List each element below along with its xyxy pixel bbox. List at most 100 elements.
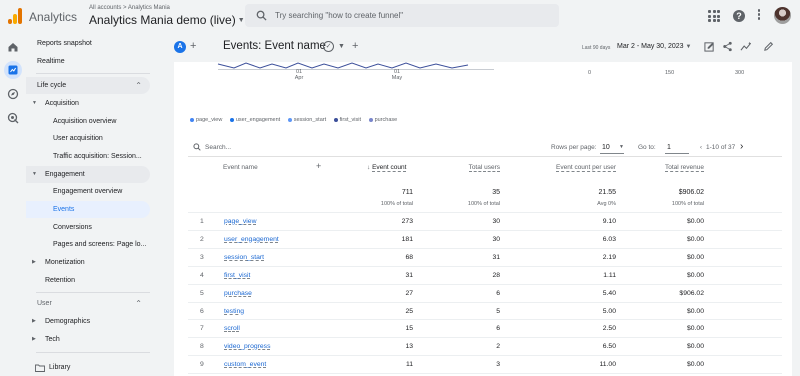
total-users-cell: 6 — [496, 289, 500, 297]
x-tick-apr: 01 Apr — [292, 69, 306, 81]
left-rail — [0, 32, 26, 376]
customize-report-icon[interactable] — [704, 41, 715, 52]
event-name-link[interactable]: user_engagement — [224, 236, 279, 243]
total-users-sub: 100% of total — [467, 201, 500, 207]
nav-acquisition[interactable]: ▼ Acquisition — [26, 95, 150, 112]
nav-reports-snapshot[interactable]: Reports snapshot — [26, 35, 150, 52]
col-header-total-users[interactable]: Total users — [434, 164, 500, 172]
nav-tech[interactable]: ▶ Tech — [26, 331, 150, 348]
col-header-event-count-label: Event count — [372, 164, 407, 172]
total-revenue-cell: $0.00 — [686, 343, 704, 351]
nav-engagement-overview[interactable]: Engagement overview — [26, 183, 150, 200]
nav-acquisition-overview[interactable]: Acquisition overview — [26, 113, 150, 130]
legend-item[interactable]: session_start — [287, 117, 326, 123]
count-per-user-cell: 9.10 — [602, 218, 616, 225]
nav-conversions[interactable]: Conversions — [26, 219, 150, 236]
row-index: 1 — [200, 218, 204, 225]
nav-retention[interactable]: Retention — [26, 272, 150, 289]
add-dimension-icon[interactable]: + — [316, 161, 321, 171]
nav-user-header[interactable]: User ⌃ — [26, 295, 150, 312]
search-bar[interactable]: Try searching "how to create funnel" — [245, 4, 559, 27]
table-row[interactable]: 7 scroll 15 6 2.50 $0.00 — [188, 319, 782, 337]
table-row[interactable]: 2 user_engagement 181 30 6.03 $0.00 — [188, 229, 782, 248]
rail-home-button[interactable] — [4, 38, 22, 56]
nav-realtime[interactable]: Realtime — [26, 53, 150, 70]
table-row[interactable]: 8 video_progress 13 2 6.50 $0.00 — [188, 337, 782, 355]
nav-monetization[interactable]: ▶ Monetization — [26, 254, 150, 271]
total-count-per-user: 21.55 — [598, 189, 616, 196]
rail-advertising-button[interactable] — [4, 109, 22, 127]
goto-input[interactable]: 1 — [665, 142, 689, 154]
nav-divider — [36, 292, 150, 293]
event-count-cell: 27 — [405, 289, 413, 297]
legend-item[interactable]: first_visit — [333, 117, 362, 123]
date-range-selector[interactable]: Mar 2 - May 30, 2023 ▼ — [617, 43, 691, 50]
event-name-link[interactable]: first_visit — [224, 272, 250, 279]
right-axis-tick: 150 — [665, 70, 675, 76]
title-dropdown-icon[interactable]: ▼ — [338, 43, 345, 50]
total-revenue-cell: $0.00 — [686, 271, 704, 279]
nav-pages-and-screens[interactable]: Pages and screens: Page lo... — [26, 236, 150, 253]
legend-label: first_visit — [339, 117, 362, 123]
edit-pencil-icon[interactable] — [763, 41, 774, 52]
col-header-event-count[interactable]: ↓ Event count — [367, 164, 407, 172]
total-users-cell: 3 — [496, 361, 500, 369]
event-name-link[interactable]: video_progress — [224, 343, 270, 350]
share-icon[interactable] — [722, 41, 733, 52]
collapse-arrow-icon: ▶ — [32, 259, 36, 265]
event-name-link[interactable]: testing — [224, 308, 244, 315]
next-page-icon[interactable]: › — [740, 141, 743, 152]
legend-dot — [287, 117, 292, 122]
add-comparison-icon[interactable]: + — [190, 40, 196, 52]
table-row[interactable]: 6 testing 25 5 5.00 $0.00 — [188, 301, 782, 320]
col-header-event-name[interactable]: Event name — [223, 164, 258, 171]
user-avatar[interactable] — [774, 7, 791, 24]
table-row[interactable]: 5 purchase 27 6 5.40 $906.02 — [188, 283, 782, 302]
nav-monetization-label: Monetization — [45, 259, 85, 266]
event-name-link[interactable]: scroll — [224, 325, 240, 332]
legend-item[interactable]: purchase — [368, 117, 397, 123]
event-name-link[interactable]: page_view — [224, 218, 257, 225]
more-vert-icon[interactable] — [757, 9, 761, 23]
col-header-total-revenue[interactable]: Total revenue — [634, 164, 704, 172]
nav-events[interactable]: Events — [26, 201, 150, 218]
comparison-chip[interactable]: A — [174, 41, 186, 53]
nav-user-acquisition[interactable]: User acquisition — [26, 130, 150, 147]
check-circle-icon[interactable]: ✓ — [323, 41, 334, 52]
help-icon[interactable]: ? — [733, 10, 745, 22]
legend-item[interactable]: user_engagement — [229, 117, 280, 123]
nav-engagement[interactable]: ▼ Engagement — [26, 166, 150, 183]
nav-life-cycle-header[interactable]: Life cycle ⌃ — [26, 77, 150, 94]
add-filter-icon[interactable]: + — [352, 40, 358, 52]
folder-icon — [35, 364, 45, 372]
total-users-cell: 30 — [492, 235, 500, 243]
analytics-logo-icon[interactable] — [8, 8, 22, 24]
top-bar: Analytics All accounts > Analytics Mania… — [0, 0, 800, 32]
table-row[interactable]: 1 page_view 273 30 9.10 $0.00 — [188, 212, 782, 230]
event-name-link[interactable]: purchase — [224, 290, 252, 297]
event-name-link[interactable]: custom_event — [224, 361, 266, 368]
row-index: 9 — [200, 361, 204, 369]
breadcrumb[interactable]: All accounts > Analytics Mania — [89, 5, 170, 11]
total-revenue: $906.02 — [678, 189, 704, 196]
goto-label: Go to: — [638, 144, 656, 151]
rows-per-page-select[interactable]: 10 ▼ — [600, 142, 624, 154]
table-search-input[interactable]: Search... — [205, 144, 231, 151]
prev-page-icon[interactable]: ‹ — [700, 145, 702, 151]
table-row[interactable]: 3 session_start 68 31 2.19 $0.00 — [188, 247, 782, 266]
event-name-link[interactable]: session_start — [224, 254, 264, 261]
nav-library[interactable]: Library — [26, 359, 150, 376]
property-selector[interactable]: Analytics Mania demo (live) ▼ — [89, 13, 245, 27]
table-row[interactable]: 9 custom_event 11 3 11.00 $0.00 — [188, 355, 782, 373]
apps-grid-icon[interactable] — [708, 10, 720, 22]
table-row[interactable]: 4 first_visit 31 28 1.11 $0.00 — [188, 265, 782, 284]
insights-icon[interactable] — [740, 41, 752, 52]
rail-explore-button[interactable] — [4, 85, 22, 103]
col-header-count-per-user[interactable]: Event count per user — [524, 164, 616, 172]
total-users-cell: 31 — [492, 253, 500, 261]
rail-reports-button[interactable] — [4, 61, 22, 79]
legend-item[interactable]: page_view — [190, 117, 222, 123]
nav-demographics[interactable]: ▶ Demographics — [26, 313, 150, 330]
count-per-user-cell: 1.11 — [603, 271, 616, 279]
nav-traffic-acquisition[interactable]: Traffic acquisition: Session... — [26, 148, 150, 165]
